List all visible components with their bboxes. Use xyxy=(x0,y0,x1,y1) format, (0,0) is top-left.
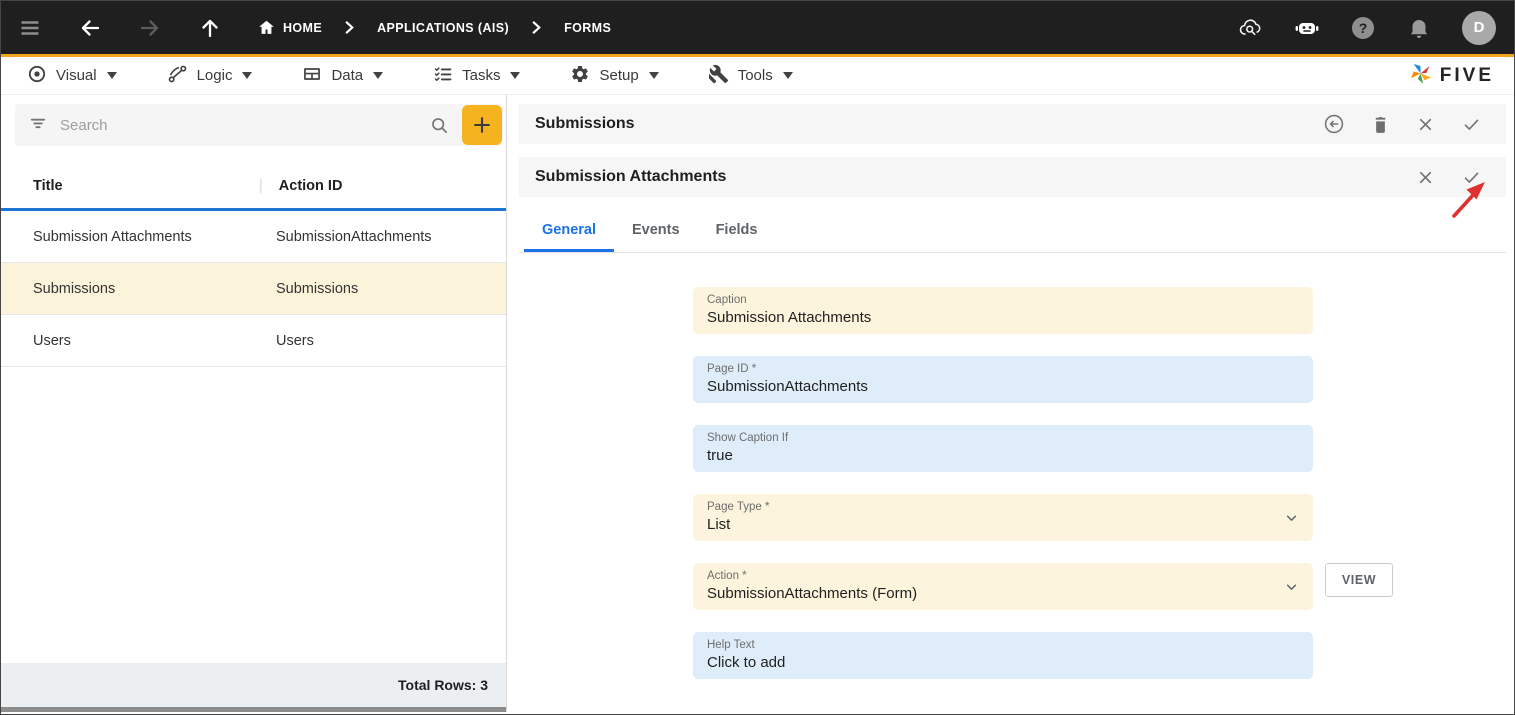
form-detail-panel: Submissions Submiss xyxy=(507,95,1514,712)
column-header-title[interactable]: Title xyxy=(33,178,259,194)
breadcrumb-applications[interactable]: APPLICATIONS (AIS) xyxy=(377,21,509,35)
table-footer: Total Rows: 3 xyxy=(1,663,506,707)
table-header: Title | Action ID xyxy=(1,163,506,211)
caret-down-icon xyxy=(242,72,252,80)
five-logo: FIVE xyxy=(1407,57,1494,95)
form-header: Submission Attachments xyxy=(519,157,1506,197)
main-content: Title | Action ID Submission Attachments… xyxy=(1,95,1514,712)
top-navigation-bar: HOME APPLICATIONS (AIS) FORMS xyxy=(1,1,1514,57)
search-bar xyxy=(15,104,503,146)
data-icon xyxy=(302,64,322,88)
total-rows-label: Total Rows: 3 xyxy=(398,677,488,693)
action-select[interactable]: Action * SubmissionAttachments (Form) xyxy=(693,563,1313,610)
close-icon[interactable] xyxy=(1416,168,1435,187)
menu-visual[interactable]: Visual xyxy=(27,64,117,88)
caret-down-icon xyxy=(107,72,117,80)
tab-fields[interactable]: Fields xyxy=(698,207,776,252)
svg-text:?: ? xyxy=(1359,20,1368,36)
tasks-icon xyxy=(433,64,453,88)
chevron-right-icon xyxy=(531,21,542,34)
table-row[interactable]: Users Users xyxy=(1,315,506,367)
notifications-icon[interactable] xyxy=(1406,15,1432,41)
form-tabs: General Events Fields xyxy=(519,207,1506,253)
menu-tools[interactable]: Tools xyxy=(709,64,793,88)
caption-field[interactable]: Caption Submission Attachments xyxy=(693,287,1313,334)
horizontal-scrollbar[interactable] xyxy=(1,707,506,712)
table-row[interactable]: Submission Attachments SubmissionAttachm… xyxy=(1,211,506,263)
logic-icon xyxy=(167,64,188,88)
form-header-title: Submission Attachments xyxy=(535,168,1416,186)
caret-down-icon xyxy=(373,72,383,80)
setup-gear-icon xyxy=(570,64,590,88)
menu-bar: Visual Logic Data xyxy=(1,57,1514,95)
help-text-field[interactable]: Help Text Click to add xyxy=(693,632,1313,679)
search-input[interactable] xyxy=(60,117,429,134)
help-icon[interactable]: ? xyxy=(1350,15,1376,41)
view-button[interactable]: VIEW xyxy=(1325,563,1393,597)
column-divider: | xyxy=(259,178,263,194)
tab-events[interactable]: Events xyxy=(614,207,698,252)
up-icon[interactable] xyxy=(197,15,223,41)
list-header: Submissions xyxy=(519,104,1506,144)
menu-icon[interactable] xyxy=(17,15,43,41)
menu-setup[interactable]: Setup xyxy=(570,64,658,88)
caret-down-icon xyxy=(783,72,793,80)
menu-logic[interactable]: Logic xyxy=(167,64,253,88)
page-type-select[interactable]: Page Type * List xyxy=(693,494,1313,541)
filter-icon[interactable] xyxy=(28,113,48,138)
list-header-title: Submissions xyxy=(535,115,1323,133)
tools-icon xyxy=(709,64,729,88)
cloud-search-icon[interactable] xyxy=(1238,15,1264,41)
app-window: HOME APPLICATIONS (AIS) FORMS xyxy=(0,0,1515,715)
close-icon[interactable] xyxy=(1416,115,1435,134)
delete-icon[interactable] xyxy=(1371,114,1390,135)
assistant-bot-icon[interactable] xyxy=(1294,15,1320,41)
back-icon[interactable] xyxy=(77,15,103,41)
undo-icon[interactable] xyxy=(1323,113,1345,135)
confirm-icon[interactable] xyxy=(1461,115,1482,134)
show-caption-if-field[interactable]: Show Caption If true xyxy=(693,425,1313,472)
search-icon[interactable] xyxy=(429,115,450,136)
add-form-button[interactable] xyxy=(462,105,502,145)
menu-tasks[interactable]: Tasks xyxy=(433,64,520,88)
forms-list-panel: Title | Action ID Submission Attachments… xyxy=(1,95,507,712)
breadcrumb-home[interactable]: HOME xyxy=(257,18,322,37)
breadcrumb-forms[interactable]: FORMS xyxy=(564,21,611,35)
caret-down-icon xyxy=(510,72,520,80)
avatar[interactable]: D xyxy=(1462,11,1496,45)
column-header-action-id[interactable]: Action ID xyxy=(279,178,343,194)
chevron-down-icon[interactable] xyxy=(1283,509,1300,526)
forward-icon[interactable] xyxy=(137,15,163,41)
home-icon xyxy=(257,18,276,37)
visual-icon xyxy=(27,64,47,88)
menu-data[interactable]: Data xyxy=(302,64,383,88)
table-row-selected[interactable]: Submissions Submissions xyxy=(1,263,506,315)
tab-general[interactable]: General xyxy=(524,207,614,252)
five-pinwheel-icon xyxy=(1407,60,1434,92)
chevron-right-icon xyxy=(344,21,355,34)
caret-down-icon xyxy=(649,72,659,80)
chevron-down-icon[interactable] xyxy=(1283,578,1300,595)
general-tab-content: Caption Submission Attachments Page ID *… xyxy=(519,253,1506,701)
confirm-icon[interactable] xyxy=(1461,168,1482,187)
page-id-field[interactable]: Page ID * SubmissionAttachments xyxy=(693,356,1313,403)
